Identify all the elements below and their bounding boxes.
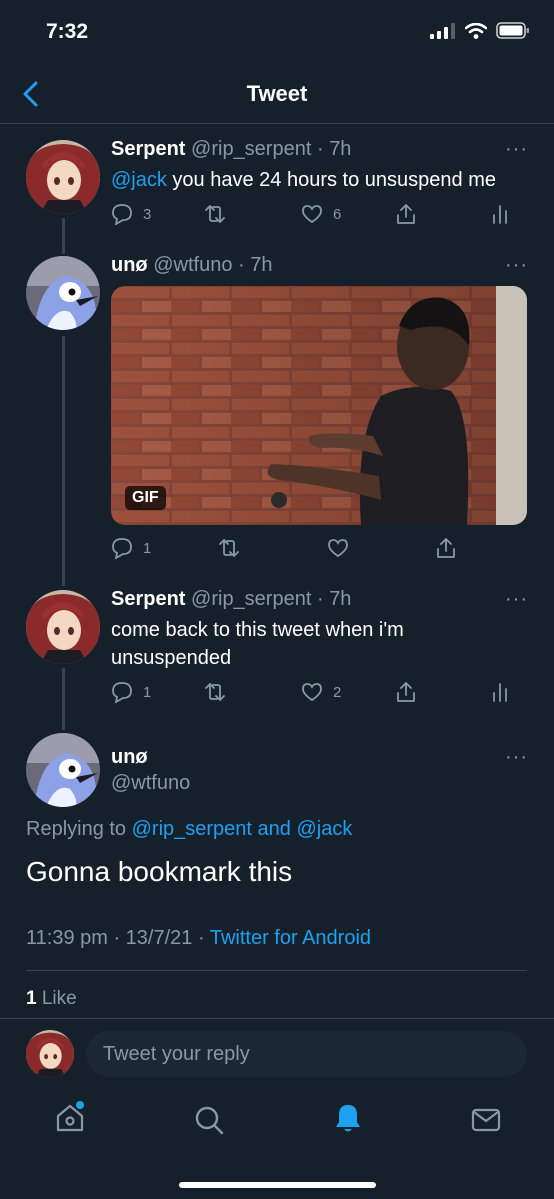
main-tweet-author-name[interactable]: unø	[111, 746, 148, 769]
gif-badge: GIF	[125, 486, 166, 510]
heart-icon	[302, 205, 322, 224]
share-icon	[397, 682, 415, 702]
tweet-author-name[interactable]: unø	[111, 254, 148, 276]
tweet-time: 7h	[329, 138, 352, 160]
analytics-icon	[493, 205, 507, 224]
like-button[interactable]: 6	[301, 204, 395, 224]
retweet-button[interactable]	[203, 203, 301, 225]
like-total: 1	[26, 988, 37, 1009]
retweet-button[interactable]	[203, 681, 301, 703]
more-options-icon[interactable]: ···	[505, 746, 528, 769]
tweet-author-handle[interactable]: @rip_serpent	[191, 138, 311, 160]
page-title: Tweet	[246, 81, 308, 106]
thread-line	[62, 336, 65, 586]
status-time: 7:32	[46, 20, 89, 43]
share-button[interactable]	[395, 203, 491, 225]
analytics-icon	[493, 683, 507, 702]
status-icons	[430, 22, 530, 39]
home-badge-dot	[76, 1101, 84, 1109]
share-icon	[397, 204, 415, 224]
tweet-actions: 1 2	[111, 681, 521, 703]
tweet-actions: 3 6	[111, 203, 521, 225]
avatar-serpent[interactable]	[26, 590, 100, 664]
heart-icon	[302, 683, 322, 702]
notifications-icon[interactable]	[332, 1102, 364, 1134]
gif-media[interactable]: GIF	[111, 286, 527, 525]
divider	[26, 970, 527, 971]
reply-input[interactable]: Tweet your reply	[86, 1031, 527, 1077]
main-tweet-timestamp: 11:39 pm · 13/7/21 ·	[26, 927, 210, 949]
share-icon	[437, 538, 455, 558]
tweet-author-name[interactable]: Serpent	[111, 588, 185, 610]
replying-to: Replying to @rip_serpent and @jack	[26, 818, 353, 840]
analytics-button[interactable]	[491, 681, 509, 703]
share-button[interactable]	[395, 681, 491, 703]
heart-icon	[328, 539, 348, 558]
battery-icon	[496, 22, 529, 39]
retweet-icon	[205, 683, 225, 701]
reply-count: 1	[143, 539, 152, 557]
share-button[interactable]	[435, 537, 457, 559]
reply-button[interactable]: 1	[111, 537, 217, 559]
signal-icon	[430, 22, 455, 39]
retweet-icon	[205, 205, 225, 223]
mention-link[interactable]: @jack	[111, 169, 167, 191]
header-divider	[0, 123, 554, 124]
tweet-text: @jack you have 24 hours to unsuspend me	[111, 169, 496, 191]
my-avatar[interactable]	[26, 1030, 74, 1078]
like-count: 6	[333, 205, 342, 223]
wifi-icon	[465, 22, 487, 39]
like-count: 2	[333, 683, 342, 701]
more-options-icon[interactable]: ···	[505, 254, 528, 277]
replying-user-link[interactable]: @jack	[296, 818, 352, 840]
like-button[interactable]: 2	[301, 682, 395, 702]
search-icon[interactable]	[193, 1104, 225, 1136]
replying-user-link[interactable]: @rip_serpent	[132, 818, 252, 840]
thread-line	[62, 218, 65, 254]
more-options-icon[interactable]: ···	[505, 588, 528, 611]
main-tweet-author-handle[interactable]: @wtfuno	[111, 772, 190, 795]
tweet-actions: 1	[111, 537, 491, 559]
retweet-icon	[219, 539, 239, 557]
tweet-time: 7h	[250, 254, 273, 276]
tweet-author-handle[interactable]: @rip_serpent	[191, 588, 311, 610]
tweet-author-name[interactable]: Serpent	[111, 138, 185, 160]
likes-summary[interactable]: 1 Like	[26, 988, 77, 1010]
reply-button[interactable]: 1	[111, 681, 203, 703]
thread-line	[62, 668, 65, 730]
reply-icon	[112, 682, 132, 703]
retweet-button[interactable]	[217, 537, 327, 559]
reply-icon	[112, 204, 132, 225]
avatar-uno[interactable]	[26, 256, 100, 330]
reply-count: 3	[143, 205, 152, 223]
analytics-button[interactable]	[491, 203, 509, 225]
reply-button[interactable]: 3	[111, 203, 203, 225]
tweet-text: come back to this tweet when i'm unsuspe…	[111, 619, 404, 669]
home-indicator	[179, 1182, 376, 1188]
divider	[0, 1018, 554, 1019]
more-options-icon[interactable]: ···	[505, 138, 528, 161]
like-button[interactable]	[327, 538, 435, 558]
main-tweet-meta: 11:39 pm · 13/7/21 · Twitter for Android	[26, 927, 371, 950]
reply-icon	[112, 538, 132, 559]
reply-count: 1	[143, 683, 152, 701]
avatar-serpent[interactable]	[26, 140, 100, 214]
tweet-time: 7h	[329, 588, 352, 610]
avatar-uno[interactable]	[26, 733, 100, 807]
main-tweet-text: Gonna bookmark this	[26, 856, 293, 887]
tweet-author-handle[interactable]: @wtfuno	[153, 254, 232, 276]
tweet-source-link[interactable]: Twitter for Android	[210, 927, 371, 949]
messages-icon[interactable]	[470, 1104, 502, 1136]
